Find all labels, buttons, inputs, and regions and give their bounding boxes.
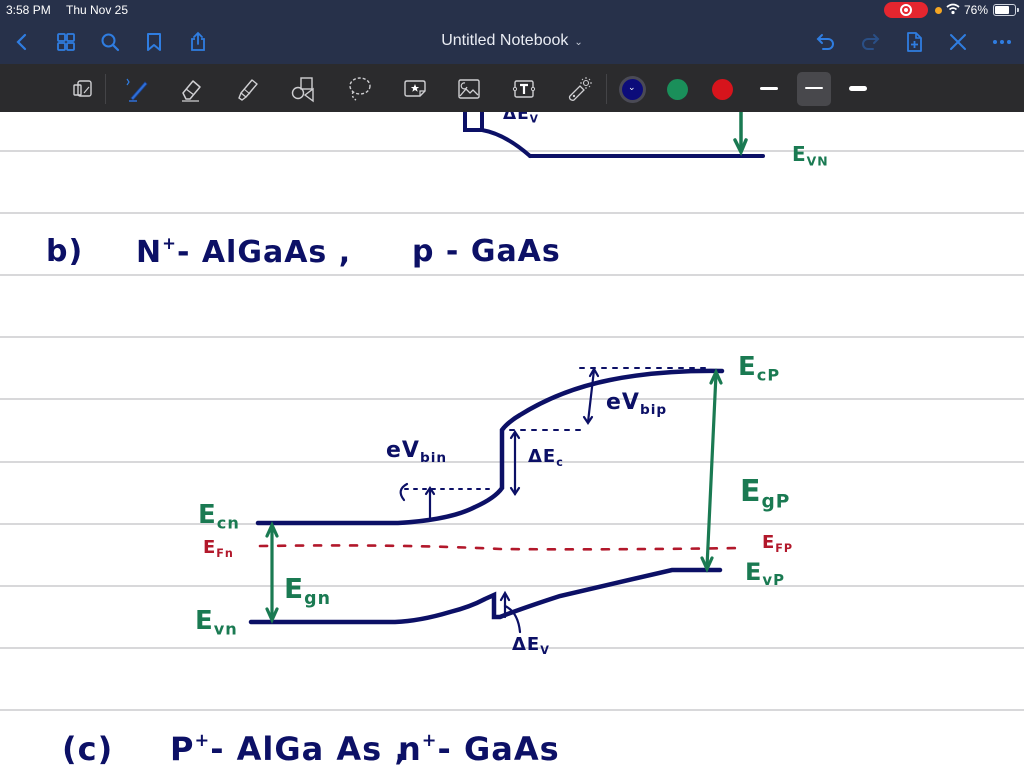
label-ecn: Ecn xyxy=(198,500,240,533)
color-swatch-green[interactable] xyxy=(667,79,688,100)
record-icon xyxy=(900,4,912,16)
label-ev-bip: eVbip xyxy=(606,390,668,418)
section-b-marker: b) xyxy=(46,234,84,269)
toolbar-divider xyxy=(105,74,106,104)
toolbar-divider xyxy=(606,74,607,104)
tool-shapes[interactable] xyxy=(286,72,320,106)
label-delta-ev: ΔEV xyxy=(512,634,550,657)
label-ev-bin: eVbin xyxy=(386,438,448,466)
tool-read-only[interactable] xyxy=(66,72,100,106)
close-x-icon xyxy=(950,34,966,50)
battery-level-fill xyxy=(995,6,1010,14)
section-b-n-layer: N+- AlGaAs , xyxy=(136,234,352,271)
thick-stroke-preview xyxy=(849,86,867,91)
section-c-p-layer: P+- AlGa As , xyxy=(170,730,408,768)
laser-pointer-icon xyxy=(568,77,592,101)
tool-laser-pointer[interactable] xyxy=(562,72,596,106)
stroke-width-thick[interactable] xyxy=(841,72,875,106)
label-evn-top: EVN xyxy=(792,142,829,169)
status-time: 3:58 PM xyxy=(6,3,51,17)
label-evp: EvP xyxy=(745,558,786,590)
section-c-marker: (c) xyxy=(62,730,114,768)
label-egp: EgP xyxy=(740,474,791,513)
notebook-page[interactable]: ΔEV EVN b) N+- AlGaAs , p - GaAs Ecn EFn… xyxy=(0,112,1024,768)
thin-stroke-preview xyxy=(760,87,778,90)
text-box-icon xyxy=(512,80,536,98)
color-swatch-red[interactable] xyxy=(712,79,733,100)
top-valence-step xyxy=(463,112,484,132)
ev-bip-arrow xyxy=(582,366,600,425)
add-page-button[interactable] xyxy=(900,28,928,56)
drawing-toolbar: ⌄ xyxy=(0,64,1024,112)
tool-text[interactable] xyxy=(507,72,541,106)
label-delta-ec: ΔEc xyxy=(528,446,564,469)
color-swatch-navy[interactable]: ⌄ xyxy=(622,79,643,100)
chevron-down-icon: ⌄ xyxy=(628,82,636,92)
tool-lasso[interactable] xyxy=(342,72,376,106)
shapes-icon xyxy=(291,77,314,103)
stroke-width-thin[interactable] xyxy=(752,72,786,106)
tool-image[interactable] xyxy=(452,72,486,106)
mic-in-use-dot xyxy=(935,7,942,14)
egn-arrow xyxy=(265,521,279,624)
ink-drawing xyxy=(248,112,765,634)
label-ecp: EcP xyxy=(738,352,781,385)
pen-icon xyxy=(126,78,148,102)
section-b-p-layer: p - GaAs xyxy=(412,234,561,269)
delta-ec-arrow xyxy=(509,430,521,496)
sticker-star-icon xyxy=(404,80,426,97)
eraser-icon xyxy=(182,80,201,102)
egp-arrow xyxy=(700,368,723,573)
notebook-title-text: Untitled Notebook xyxy=(441,32,569,49)
battery-percent: 76% xyxy=(964,3,989,17)
more-options-button[interactable] xyxy=(988,28,1016,56)
label-evn: Evn xyxy=(195,606,238,639)
read-only-view-icon xyxy=(73,80,92,97)
wifi-icon xyxy=(946,2,960,19)
top-green-arrow xyxy=(733,112,748,157)
more-ellipsis-icon xyxy=(993,40,1011,44)
undo-button[interactable] xyxy=(812,28,840,56)
image-icon xyxy=(458,79,480,99)
section-c-n-layer: n+- GaAs xyxy=(398,730,560,768)
screen-recording-indicator[interactable] xyxy=(884,2,928,18)
undo-icon xyxy=(816,34,834,50)
highlighter-icon xyxy=(238,79,258,101)
label-delta-ev-top: ΔEV xyxy=(503,112,539,126)
tool-sticker[interactable] xyxy=(398,72,432,106)
close-button[interactable] xyxy=(944,28,972,56)
tool-pen[interactable] xyxy=(120,72,154,106)
redo-button[interactable] xyxy=(856,28,884,56)
fermi-level-dashed xyxy=(258,544,744,551)
chevron-down-icon: ⌄ xyxy=(574,37,583,48)
label-efp: EFP xyxy=(762,532,794,555)
redo-icon xyxy=(862,34,880,50)
status-date: Thu Nov 25 xyxy=(66,3,129,17)
tool-eraser[interactable] xyxy=(174,72,208,106)
top-valence-curve xyxy=(480,128,532,158)
status-bar: 3:58 PM Thu Nov 25 76% xyxy=(0,0,1024,20)
label-efn: EFn xyxy=(203,537,234,560)
lasso-icon xyxy=(349,77,371,101)
label-egn: Egn xyxy=(284,572,331,610)
navigation-bar: Untitled Notebook ⌄ xyxy=(0,20,1024,64)
stroke-width-medium[interactable] xyxy=(797,72,831,106)
medium-stroke-preview xyxy=(805,87,823,89)
tool-highlighter[interactable] xyxy=(230,72,264,106)
add-page-icon xyxy=(907,32,922,52)
battery-icon xyxy=(993,4,1019,16)
